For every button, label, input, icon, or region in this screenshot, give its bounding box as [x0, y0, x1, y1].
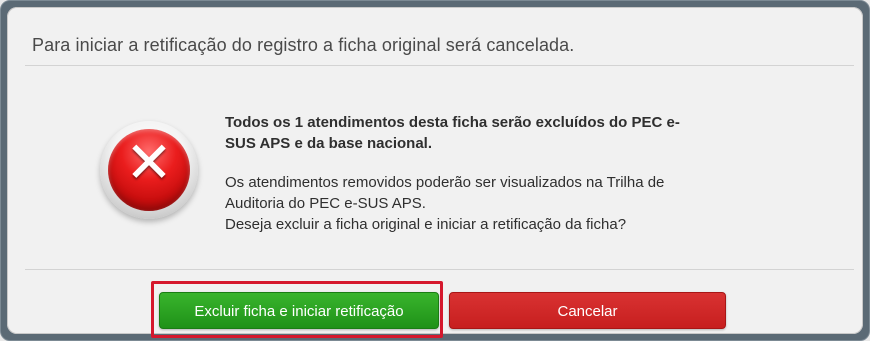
warning-line-2: SUS APS e da base nacional. — [225, 135, 433, 152]
title-divider — [25, 65, 854, 66]
question-line: Deseja excluir a ficha original e inicia… — [225, 216, 627, 233]
dialog-message: Todos os 1 atendimentos desta ficha serã… — [225, 112, 785, 235]
x-mark-icon: ✕ — [125, 130, 173, 196]
info-line-1: Os atendimentos removidos poderão ser vi… — [225, 174, 665, 191]
footer-divider — [25, 269, 854, 270]
dialog-title: Para iniciar a retificação do registro a… — [32, 35, 575, 55]
warning-line-1: Todos os 1 atendimentos desta ficha serã… — [225, 114, 680, 131]
cancel-button[interactable]: Cancelar — [449, 292, 726, 329]
info-line-2: Auditoria do PEC e-SUS APS. — [225, 195, 426, 212]
dialog-overlay: Para iniciar a retificação do registro a… — [0, 0, 870, 341]
error-icon: ✕ — [100, 121, 198, 219]
confirmation-dialog: Para iniciar a retificação do registro a… — [7, 7, 863, 338]
confirm-retification-button[interactable]: Excluir ficha e iniciar retificação — [159, 292, 439, 329]
message-spacer — [225, 154, 785, 172]
